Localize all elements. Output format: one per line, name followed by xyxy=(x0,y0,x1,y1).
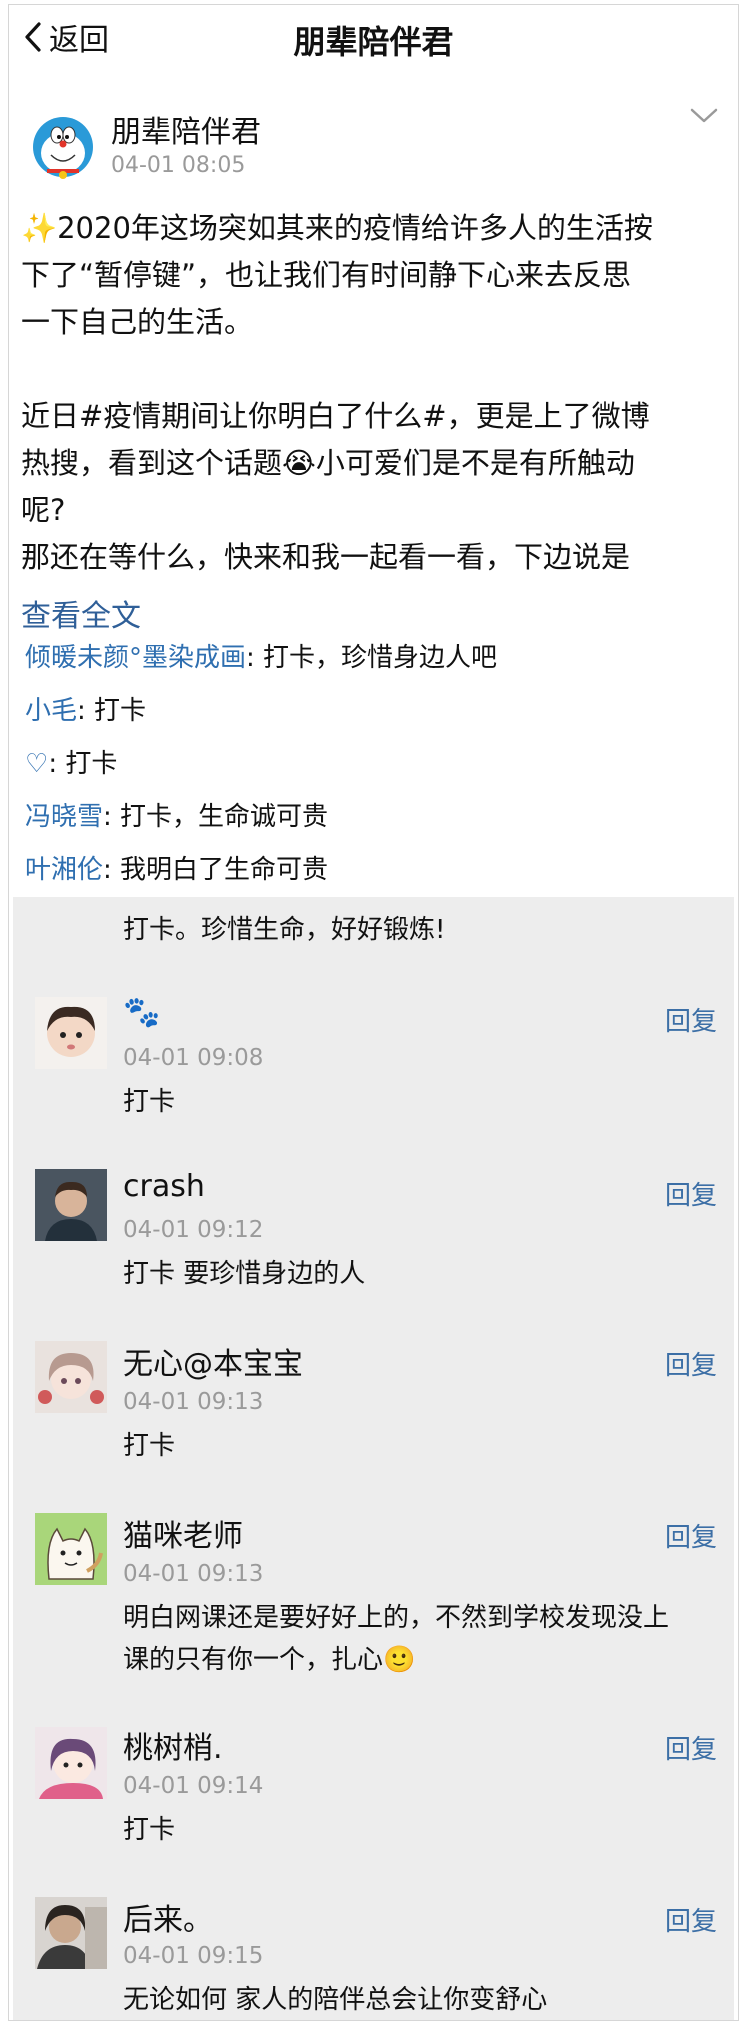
reply-button[interactable]: 回复 xyxy=(665,1175,717,1212)
commenter-name[interactable]: 倾暖未颜°墨染成画 xyxy=(25,643,246,673)
comment-time: 04-01 09:12 xyxy=(123,1217,264,1243)
commenter-name[interactable]: ♡ xyxy=(25,749,48,779)
post-line: ✨2020年这场突如其来的疫情给许多人的生活按 xyxy=(21,211,653,245)
chevron-down-icon[interactable] xyxy=(689,105,719,127)
comment-time: 04-01 09:13 xyxy=(123,1389,264,1415)
man-avatar-icon xyxy=(35,1169,107,1241)
anime-girl-avatar-icon xyxy=(35,1341,107,1413)
post-line: 一下自己的生活。 xyxy=(21,305,254,339)
comment-time: 04-01 09:14 xyxy=(123,1773,264,1799)
post-detail-page: 返回 朋辈陪伴君 朋辈陪伴君 04-01 08:05 ✨2020年这场突如其来的… xyxy=(8,4,739,2021)
avatar[interactable] xyxy=(35,1727,107,1799)
photo-avatar-icon xyxy=(35,1897,107,1969)
post-line: 那还在等什么，快来和我一起看一看，下边说是 xyxy=(21,540,631,574)
comment-text: : 打卡 xyxy=(48,749,118,779)
avatar[interactable] xyxy=(35,1169,107,1241)
quick-comment: 冯晓雪: 打卡，生命诚可贵 xyxy=(25,796,725,833)
reply-button[interactable]: 回复 xyxy=(665,1517,717,1554)
comment-text-line: 明白网课还是要好好上的，不然到学校发现没上 xyxy=(123,1603,670,1633)
comment-text: 无论如何 家人的陪伴总会让你变舒心 xyxy=(123,1985,548,2015)
quick-comment: 倾暖未颜°墨染成画: 打卡，珍惜身边人吧 xyxy=(25,637,725,674)
commenter-name[interactable]: crash xyxy=(123,1169,205,1204)
commenter-name[interactable]: 小毛 xyxy=(25,696,77,726)
comment-text: 打卡 xyxy=(123,1087,176,1117)
author-avatar[interactable] xyxy=(27,109,99,181)
reply-button[interactable]: 回复 xyxy=(665,1729,717,1766)
quick-comment: 叶湘伦: 我明白了生命可贵 xyxy=(25,849,725,886)
avatar[interactable] xyxy=(35,1341,107,1413)
baby-avatar-icon xyxy=(35,997,107,1069)
read-full-text-link[interactable]: 查看全文 xyxy=(21,591,141,635)
commenter-name[interactable]: 猫咪老师 xyxy=(123,1511,243,1555)
commenter-name[interactable]: 无心@本宝宝 xyxy=(123,1339,303,1383)
avatar[interactable] xyxy=(35,1513,107,1585)
comment-text: : 我明白了生命可贵 xyxy=(103,855,329,885)
comment-text-line: 课的只有你一个，扎心🙂 xyxy=(123,1645,416,1675)
commenter-name[interactable]: 后来。 xyxy=(123,1895,213,1939)
comment-text: : 打卡，生命诚可贵 xyxy=(103,802,329,832)
avatar[interactable] xyxy=(35,997,107,1069)
post-line: 呢? xyxy=(21,493,66,527)
post-line: 热搜，看到这个话题😭小可爱们是不是有所触动 xyxy=(21,446,635,480)
reply-button[interactable]: 回复 xyxy=(665,1345,717,1382)
comment-text: : 打卡 xyxy=(77,696,147,726)
comment-time: 04-01 09:08 xyxy=(123,1045,264,1071)
comment-text: : 打卡，珍惜身边人吧 xyxy=(246,643,498,673)
reply-button[interactable]: 回复 xyxy=(665,1001,717,1038)
comment-text: 打卡 xyxy=(123,1431,176,1461)
avatar[interactable] xyxy=(35,1897,107,1969)
page-title: 朋辈陪伴君 xyxy=(293,23,454,61)
cat-avatar-icon xyxy=(35,1513,107,1585)
post-line: 近日#疫情期间让你明白了什么#，更是上了微博 xyxy=(21,399,650,433)
commenter-name[interactable]: 叶湘伦 xyxy=(25,855,103,885)
post-content: ✨2020年这场突如其来的疫情给许多人的生活按 下了“暂停键”，也让我们有时间静… xyxy=(21,205,721,581)
author-name[interactable]: 朋辈陪伴君 xyxy=(111,107,261,151)
nav-bar: 返回 朋辈陪伴君 xyxy=(9,5,738,69)
comment-text: 打卡。珍惜生命，好好锻炼! xyxy=(123,915,446,945)
commenter-name[interactable]: 桃树梢. xyxy=(123,1723,223,1767)
quick-comment: ♡: 打卡 xyxy=(25,743,725,780)
comment-list: 打卡。珍惜生命，好好锻炼! 🐾 回复 04-01 09:08 打卡 crash … xyxy=(13,897,734,2020)
doraemon-avatar-icon xyxy=(33,117,93,179)
quick-comment: 小毛: 打卡 xyxy=(25,690,725,727)
comment-text: 打卡 xyxy=(123,1815,176,1845)
post-line: 下了“暂停键”，也让我们有时间静下心来去反思 xyxy=(21,258,632,292)
comment-time: 04-01 09:15 xyxy=(123,1943,264,1969)
commenter-name[interactable]: 冯晓雪 xyxy=(25,802,103,832)
cartoon-girl-avatar-icon xyxy=(35,1727,107,1799)
comment-time: 04-01 09:13 xyxy=(123,1561,264,1587)
post-time: 04-01 08:05 xyxy=(111,153,246,178)
reply-button[interactable]: 回复 xyxy=(665,1901,717,1938)
commenter-name[interactable]: 🐾 xyxy=(123,995,160,1030)
comment-text: 明白网课还是要好好上的，不然到学校发现没上 课的只有你一个，扎心🙂 xyxy=(123,1597,713,1681)
comment-text: 打卡 要珍惜身边的人 xyxy=(123,1259,366,1289)
